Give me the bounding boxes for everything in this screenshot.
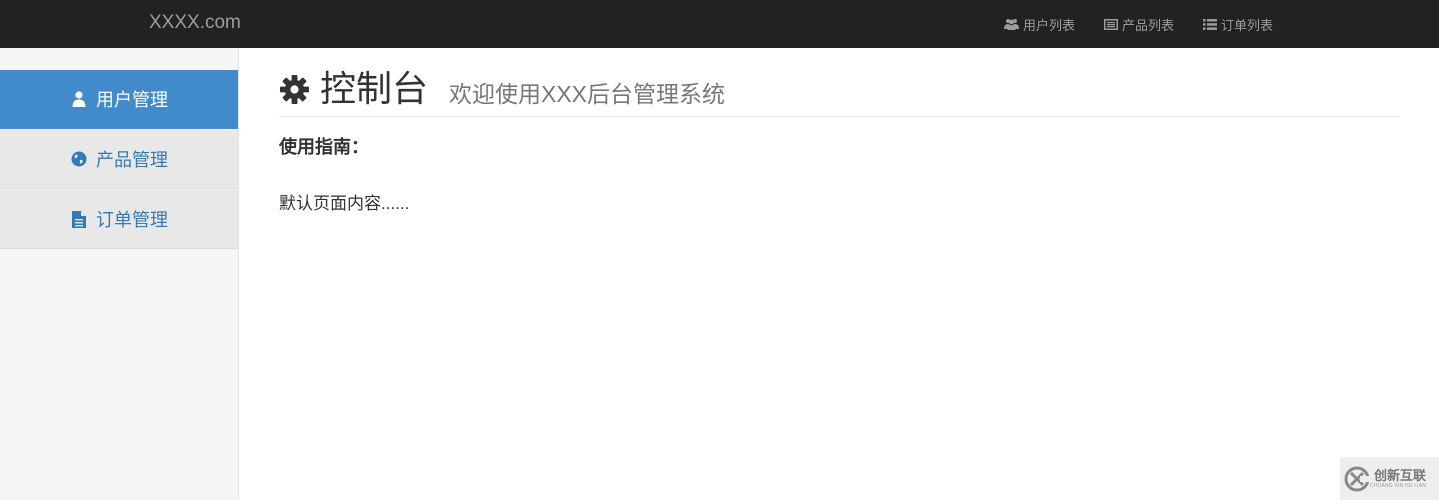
- watermark-text: 创新互联: [1374, 467, 1427, 483]
- default-content: 默认页面内容......: [279, 194, 410, 213]
- user-icon: [70, 90, 88, 108]
- sidebar-item-product-management[interactable]: 产品管理: [0, 130, 238, 189]
- watermark: 创新互联 CHUANG XIN HU LIAN: [1340, 457, 1439, 500]
- sidebar: 用户管理 产品管理 订单管理: [0, 48, 239, 500]
- nav-link-label: 产品列表: [1122, 17, 1175, 33]
- nav-link-user-list[interactable]: 用户列表: [990, 0, 1089, 48]
- sidebar-item-order-management[interactable]: 订单管理: [0, 190, 238, 249]
- watermark-subtext: CHUANG XIN HU LIAN: [1370, 482, 1427, 489]
- nav-link-label: 订单列表: [1221, 17, 1274, 33]
- brand-link[interactable]: XXXX.com: [149, 12, 241, 34]
- page-header: 控制台 欢迎使用XXX后台管理系统: [279, 66, 1400, 117]
- watermark-text-block: 创新互联 CHUANG XIN HU LIAN: [1370, 467, 1427, 489]
- gear-icon: [279, 74, 310, 105]
- sidebar-item-user-management[interactable]: 用户管理: [0, 70, 238, 129]
- globe-icon: [70, 150, 88, 168]
- nav-links: 用户列表 产品列表 订单列表: [990, 0, 1287, 48]
- nav-link-order-list[interactable]: 订单列表: [1188, 0, 1287, 48]
- nav-link-label: 用户列表: [1023, 17, 1076, 33]
- sidebar-item-label: 用户管理: [96, 90, 168, 110]
- users-icon: [1004, 18, 1019, 30]
- list-icon: [1202, 18, 1217, 30]
- page-title: 控制台: [320, 68, 429, 109]
- file-icon: [70, 210, 88, 228]
- page-subtitle: 欢迎使用XXX后台管理系统: [449, 81, 726, 107]
- list-alt-icon: [1103, 18, 1118, 30]
- sidebar-item-label: 订单管理: [96, 210, 168, 230]
- sidebar-item-label: 产品管理: [96, 150, 168, 170]
- top-navbar: XXXX.com 用户列表 产品列表 订单列表: [0, 0, 1439, 48]
- logo-icon: [1344, 466, 1370, 492]
- nav-link-product-list[interactable]: 产品列表: [1089, 0, 1188, 48]
- guide-title: 使用指南：: [279, 137, 369, 157]
